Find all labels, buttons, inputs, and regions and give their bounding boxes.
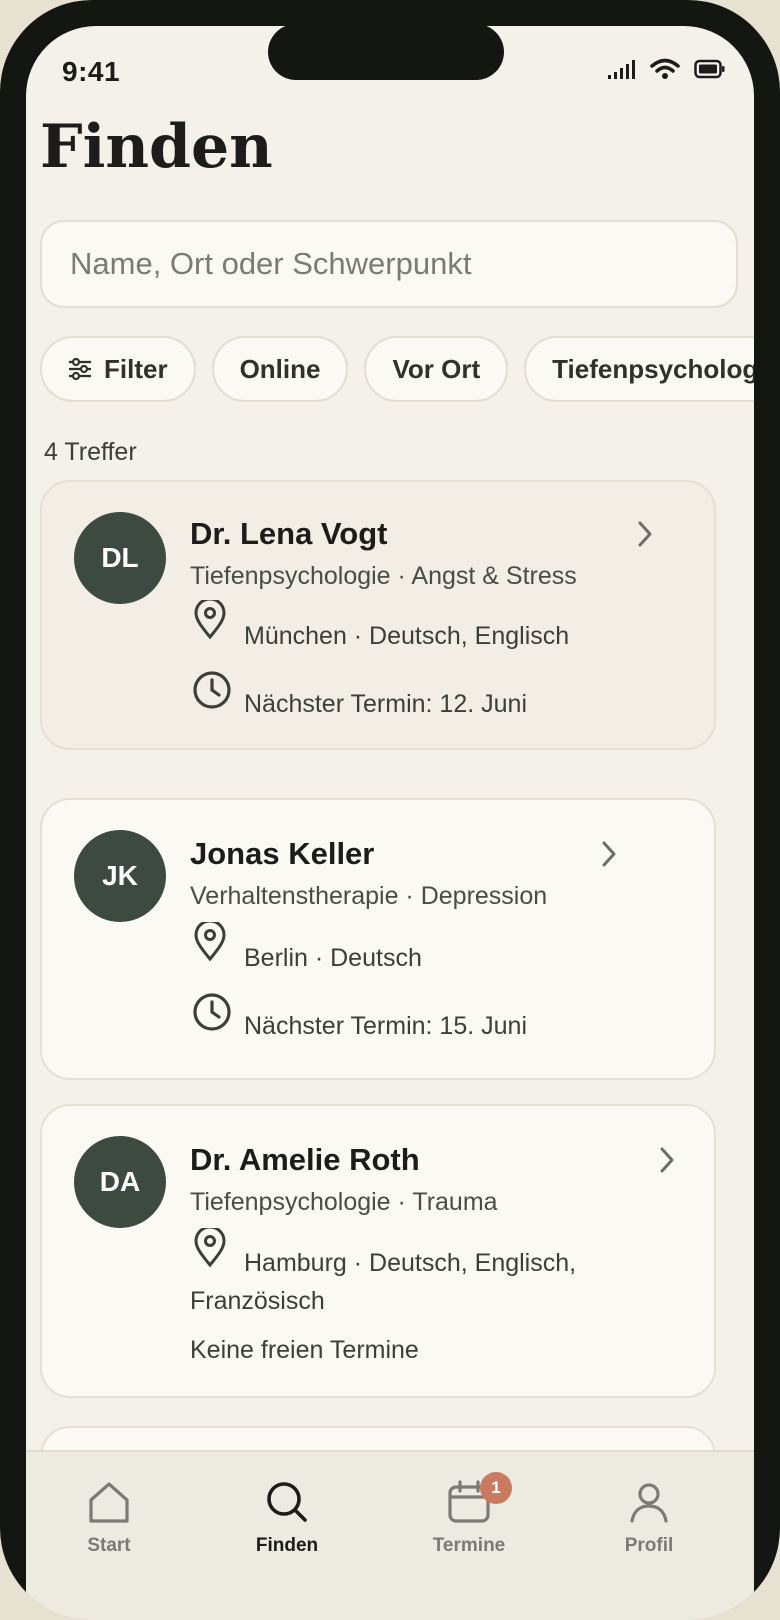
phone-frame: 9:41 Finden Name, Ort oder Schwerpunkt F… (0, 0, 780, 1620)
chip-vor-ort[interactable]: Vor Ort (364, 336, 509, 402)
therapist-name: Jonas Keller (190, 836, 375, 871)
search-box[interactable] (40, 220, 738, 308)
avatar: JK (74, 830, 166, 922)
sliders-icon (69, 358, 91, 380)
therapist-specialty: Tiefenpsychologie · Angst & Stress (190, 562, 577, 590)
chip-filter-label: Filter (104, 353, 168, 384)
page-title: Finden (40, 112, 273, 182)
location-pin-icon (194, 600, 226, 640)
wifi-icon (650, 58, 680, 79)
therapist-specialty: Verhaltenstherapie · Depression (190, 882, 548, 910)
chip-tiefenpsychologie[interactable]: Tiefenpsychologie (524, 336, 754, 402)
tab-bar: Start Finden 1 Termine Profil (26, 1450, 754, 1620)
next-appointment: Nächster Termin: 12. Juni (244, 690, 527, 718)
user-icon (630, 1483, 668, 1523)
tab-termine[interactable]: 1 Termine (404, 1472, 534, 1557)
battery-icon (694, 59, 725, 79)
notification-badge: 1 (480, 1472, 512, 1504)
therapist-location: Hamburg · Deutsch, Englisch, Französisch (190, 1249, 577, 1315)
no-appointment-note: Keine freien Termine (190, 1336, 419, 1364)
chevron-right-icon (660, 1147, 674, 1173)
avatar: DA (74, 1136, 166, 1228)
chip-filter[interactable]: Filter (40, 336, 196, 402)
tab-profil-label: Profil (624, 1535, 674, 1556)
therapist-card[interactable]: DA Dr. Amelie Roth Tiefenpsychologie · T… (40, 1104, 716, 1398)
search-icon (267, 1482, 307, 1522)
avatar: DL (74, 512, 166, 604)
chevron-right-icon (638, 521, 652, 547)
screen: 9:41 Finden Name, Ort oder Schwerpunkt F… (26, 26, 754, 1620)
therapist-card[interactable]: JK Jonas Keller Verhaltenstherapie · Dep… (40, 798, 716, 1080)
status-time: 9:41 (62, 56, 121, 87)
dynamic-island (268, 26, 504, 80)
tab-profil[interactable]: Profil (584, 1480, 714, 1557)
chip-online-label: Online (239, 353, 321, 384)
signal-icon (608, 60, 635, 79)
filter-chips: Filter Online Vor Ort Tiefenpsychologie (40, 336, 754, 402)
chip-tiefenpsychologie-label: Tiefenpsychologie (552, 353, 754, 384)
search-input[interactable] (42, 222, 736, 306)
results-count: 4 Treffer (44, 438, 137, 466)
clock-icon (193, 671, 231, 709)
therapist-name: Dr. Amelie Roth (190, 1142, 420, 1177)
tab-start[interactable]: Start (44, 1480, 174, 1557)
therapist-location: München · Deutsch, Englisch (244, 622, 570, 650)
chip-vor-ort-label: Vor Ort (392, 353, 481, 384)
status-icons (608, 58, 726, 80)
next-appointment: Nächster Termin: 15. Juni (244, 1012, 527, 1040)
therapist-card[interactable]: DL Dr. Lena Vogt Tiefenpsychologie · Ang… (40, 480, 716, 750)
chevron-right-icon (602, 841, 616, 867)
clock-icon (193, 993, 231, 1031)
chip-online[interactable]: Online (211, 336, 349, 402)
tab-start-label: Start (87, 1535, 131, 1556)
tab-finden[interactable]: Finden (222, 1480, 352, 1557)
therapist-name: Dr. Lena Vogt (190, 516, 388, 551)
therapist-location: Berlin · Deutsch (244, 944, 422, 972)
therapist-specialty: Tiefenpsychologie · Trauma (190, 1188, 498, 1216)
tab-finden-label: Finden (255, 1535, 319, 1556)
tab-termine-label: Termine (432, 1535, 506, 1556)
location-pin-icon (194, 922, 226, 962)
home-icon (89, 1482, 129, 1523)
